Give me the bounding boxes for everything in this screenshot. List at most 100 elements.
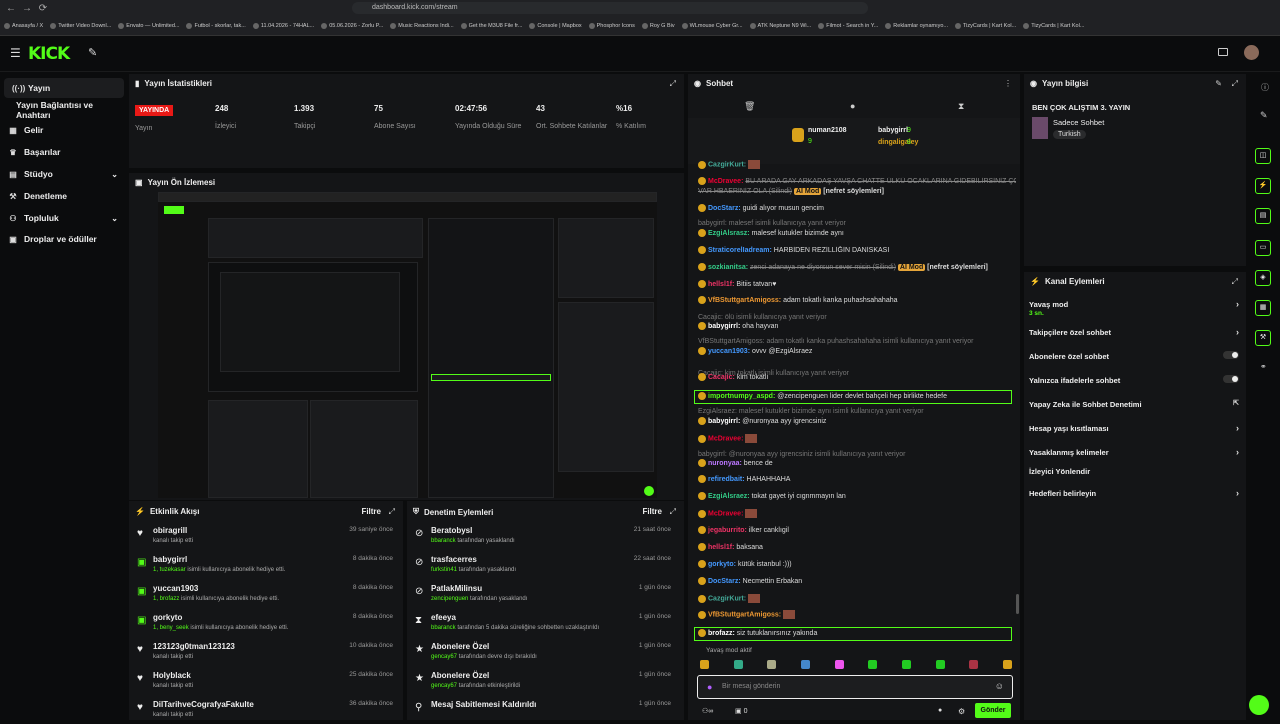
gear-icon[interactable]: ⚙ (958, 707, 965, 716)
moderation-row[interactable]: ⊘ Beratobysl bbaranck tarafından yasakland… (407, 521, 679, 550)
moderation-actor[interactable]: zencipenguen (431, 596, 468, 602)
moderation-username[interactable]: Abonelere Özel (431, 642, 489, 651)
sidebar-item[interactable]: ▦ Gelir (0, 120, 126, 140)
channel-action-item[interactable]: Abonelere özel sohbet (1029, 351, 1243, 361)
activity-row[interactable]: ▣ babygirrl 1, tuzekasar isimli kullanıcıy… (129, 550, 401, 579)
chat-username[interactable]: StraticorelIadream: (708, 247, 772, 254)
chat-message[interactable]: Cacajic: kim tokatlı (698, 373, 1016, 383)
activity-actor[interactable]: 1, beny_seek (153, 625, 189, 631)
channel-action-item[interactable]: Yalnızca ifadelerle sohbet (1029, 375, 1243, 385)
moderation-row[interactable]: ★ Abonelere Özel gencay67 tarafından etkin… (407, 666, 679, 695)
chat-username[interactable]: jegaburrito: (708, 527, 747, 534)
chat-message[interactable]: sozkianitsa: zenci adanaya ne diyorsun s… (698, 263, 1016, 273)
edit-icon[interactable]: ✎ (1215, 79, 1222, 88)
chat-username[interactable]: VfBStuttgartAmigoss: (708, 611, 781, 618)
chat-message[interactable]: DocStarz: Necmettin Erbakan (698, 577, 1016, 587)
emote-icon[interactable] (733, 660, 743, 669)
hamburger-menu-icon[interactable]: ☰ (10, 46, 21, 60)
chat-username[interactable]: babygirrl: (708, 418, 740, 425)
chat-message[interactable]: brofazz: siz tutuklanırsınız yakında (694, 627, 1012, 641)
chat-username[interactable]: DocStarz: (708, 205, 741, 212)
forward-icon[interactable]: → (22, 3, 32, 14)
moderation-actor[interactable]: furkstin41 (431, 567, 457, 573)
store-icon[interactable] (1218, 48, 1228, 56)
channel-action-item[interactable]: Yavaş mod › (1029, 299, 1243, 309)
chat-username[interactable]: VfBStuttgartAmigoss: (708, 297, 781, 304)
channel-action-item[interactable]: Hedefleri belirleyin › (1029, 488, 1243, 498)
activity-username[interactable]: babygirrl (153, 555, 187, 564)
activity-row[interactable]: ♥ 123123g0tman123123 kanalı takip etti 10 d… (129, 637, 401, 666)
channel-action-item[interactable]: İzleyici Yönlendir (1029, 467, 1243, 476)
chat-message[interactable]: refiredbait: HAHAHHAHA (698, 475, 1016, 485)
moderation-filter-button[interactable]: Filtre (642, 507, 662, 516)
expand-icon[interactable]: ⤢ (389, 507, 395, 517)
chat-input-box[interactable]: ● Bir mesaj gönderin ☺ (697, 675, 1013, 699)
expand-icon[interactable]: ⤢ (670, 79, 676, 89)
moderation-actor[interactable]: bbaranck (431, 538, 456, 544)
pencil-icon[interactable]: ✎ (1260, 110, 1268, 121)
chat-username[interactable]: refiredbait: (708, 476, 745, 483)
chat-username[interactable]: McDravee: (708, 178, 743, 185)
channel-action-item[interactable]: Hesap yaşı kısıtlaması › (1029, 423, 1243, 433)
bookmark-item[interactable]: Phosphor Icons (588, 22, 635, 29)
moderation-username[interactable]: efeeya (431, 613, 456, 622)
chat-username[interactable]: EzgiAlsrasz: (708, 230, 750, 237)
bookmark-item[interactable]: Reklamlar oynamıyo... (885, 22, 948, 29)
chat-message[interactable]: EzgiAlsrasz: malesef kutukler bizimde ay… (698, 229, 1016, 239)
chat-bubble-icon[interactable]: ● (938, 707, 942, 714)
activity-username[interactable]: DilTarihveCografyaFakulte (153, 700, 254, 709)
help-icon[interactable] (1249, 695, 1269, 715)
chat-username[interactable]: importnumpy_aspd: (708, 393, 775, 400)
activity-username[interactable]: gorkyto (153, 613, 182, 622)
sidebar-item[interactable]: ((·)) Yayın (4, 78, 124, 98)
chat-message[interactable]: EzgiAlsraez: malesef kutukler bizimde ay… (698, 407, 1016, 417)
back-icon[interactable]: ← (6, 3, 16, 14)
chat-message[interactable]: yuccan1903: ovvv @EzgiAlsraez (698, 347, 1016, 357)
chat-username[interactable]: EzgiAlsraez: (708, 493, 750, 500)
link-icon[interactable]: ⚭ (1260, 362, 1267, 371)
bookmark-item[interactable]: Get the M3U8 File fr... (460, 22, 522, 29)
moderation-username[interactable]: PatlakMilinsu (431, 584, 482, 593)
bookmark-item[interactable]: TizyCards | Kart Kol... (1023, 22, 1084, 29)
chat-username[interactable]: McDravee: (708, 435, 743, 442)
chat-username[interactable]: McDravee: (708, 510, 743, 517)
activity-actor[interactable]: 1, tuzekasar (153, 567, 186, 573)
bookmark-item[interactable]: WLmouse Cyber Gr... (681, 22, 743, 29)
chat-message[interactable]: DocStarz: guidi alıyor musun gencim (698, 204, 1016, 214)
bookmark-item[interactable]: Music Reactions Indi... (390, 22, 454, 29)
chat-message[interactable]: VfBStuttgartAmigoss: adam tokatlı kanka … (698, 296, 1016, 306)
emote-icon[interactable] (868, 660, 878, 669)
bookmark-item[interactable]: Anasayfa / X (4, 22, 43, 29)
chat-input[interactable]: Bir mesaj gönderin (722, 683, 780, 690)
activity-actor[interactable]: 1, brofazz (153, 596, 179, 602)
moderation-actor[interactable]: gencay67 (431, 654, 457, 660)
chat-username[interactable]: nuronyaa: (708, 460, 742, 467)
toggle-switch[interactable] (1223, 351, 1239, 359)
sidebar-item[interactable]: ⚇ Topluluk ⌄ (0, 208, 126, 228)
chat-message[interactable]: importnumpy_aspd: @zencipenguen lider de… (694, 390, 1012, 404)
kick-logo[interactable]: KICK (28, 44, 70, 64)
chat-username[interactable]: DocStarz: (708, 578, 741, 585)
bookmark-item[interactable]: Console | Mapbox (529, 22, 582, 29)
chat-username[interactable]: Cacajic: (708, 374, 735, 381)
chat-username[interactable]: sozkianitsa: (708, 264, 748, 271)
chat-username[interactable]: gorkyto: (708, 561, 736, 568)
chat-username[interactable]: hellsl1f: (708, 281, 734, 288)
moderation-row[interactable]: ⊘ trasfacerres furkstin41 tarafından yasak… (407, 550, 679, 579)
audio-icon[interactable]: ◈ (1255, 270, 1271, 286)
chat-username[interactable]: hellsl1f: (708, 544, 734, 551)
chat-message[interactable]: VfBStuttgartAmigoss: adam tokatlı kanka … (698, 337, 1016, 347)
expand-icon[interactable]: ⤢ (1232, 79, 1238, 89)
activity-row[interactable]: ♥ Holyblack kanalı takip etti 25 dakika önc… (129, 666, 401, 695)
chat-scrollbar[interactable] (1016, 594, 1019, 614)
chat-username[interactable]: yuccan1903: (708, 348, 750, 355)
chat-message[interactable]: EzgiAlsraez: tokat gayet iyi cıgnmmayın … (698, 492, 1016, 502)
category-name[interactable]: Sadece Sohbet (1053, 118, 1104, 127)
moderation-row[interactable]: ★ Abonelere Özel gencay67 tarafından devre… (407, 637, 679, 666)
emote-icon[interactable] (1002, 660, 1012, 669)
chat-message[interactable]: VAR HBAERİNİZ OLA (Silindi) AI Mod [nefr… (698, 187, 1016, 197)
chat-username[interactable]: babygirrl: (708, 323, 740, 330)
chat-message[interactable]: hellsl1f: baksana (698, 543, 1016, 553)
activity-username[interactable]: obiragrill (153, 526, 187, 535)
sidebar-item[interactable]: ♛ Başarılar (0, 142, 126, 162)
